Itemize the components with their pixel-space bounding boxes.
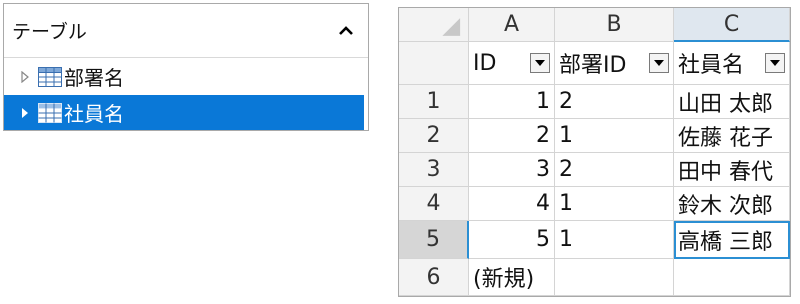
filter-dropdown-icon[interactable] [649, 53, 669, 73]
field-row-header [399, 42, 469, 85]
column-header-a[interactable]: A [469, 8, 555, 42]
cell-dept-id[interactable]: 1 [555, 187, 674, 221]
cell-employee-name[interactable]: 田中 春代 [674, 153, 790, 187]
collapse-chevron-up-icon[interactable] [336, 21, 356, 41]
cell-id[interactable]: 5 [469, 221, 555, 259]
data-grid: A B C ID 部署ID 社員名 1 1 2 山田 太郎 2 2 1 佐藤 花… [398, 7, 791, 297]
tree-item-label: 部署名 [64, 66, 124, 90]
field-header-employee-name: 社員名 [674, 42, 790, 85]
select-all-corner[interactable] [399, 8, 469, 42]
row-header[interactable]: 6 [399, 259, 469, 296]
field-name: 部署ID [559, 53, 627, 78]
cell-dept-id[interactable]: 2 [555, 153, 674, 187]
row-header[interactable]: 2 [399, 119, 469, 153]
cell-dept-id[interactable] [555, 259, 674, 296]
cell-employee-name-selected[interactable]: 高橋 三郎 [674, 221, 790, 259]
table-icon [38, 66, 62, 87]
tree-item-label: 社員名 [64, 102, 124, 126]
field-name: ID [473, 50, 497, 76]
filter-dropdown-icon[interactable] [530, 53, 550, 73]
row-header-active[interactable]: 5 [399, 221, 469, 259]
cell-employee-name[interactable]: 佐藤 花子 [674, 119, 790, 153]
row-header[interactable]: 3 [399, 153, 469, 187]
cell-id[interactable]: 4 [469, 187, 555, 221]
field-header-dept-id: 部署ID [555, 42, 674, 85]
field-name: 社員名 [678, 53, 745, 78]
new-row-cell[interactable]: (新規) [469, 259, 555, 296]
cell-employee-name[interactable] [674, 259, 790, 296]
cell-dept-id[interactable]: 2 [555, 85, 674, 119]
field-header-id: ID [469, 42, 555, 85]
cell-id[interactable]: 1 [469, 85, 555, 119]
cell-dept-id[interactable]: 1 [555, 119, 674, 153]
tree-header-title: テーブル [12, 21, 87, 43]
table-icon [38, 102, 62, 123]
expand-arrow-icon[interactable] [14, 70, 36, 83]
cell-id[interactable]: 2 [469, 119, 555, 153]
filter-dropdown-icon[interactable] [765, 53, 785, 73]
cell-employee-name[interactable]: 山田 太郎 [674, 85, 790, 119]
cell-employee-name[interactable]: 鈴木 次郎 [674, 187, 790, 221]
tree-item-dept[interactable]: 部署名 [4, 59, 364, 94]
column-header-b[interactable]: B [555, 8, 674, 42]
column-header-c[interactable]: C [674, 8, 790, 42]
cell-id[interactable]: 3 [469, 153, 555, 187]
expand-arrow-icon[interactable] [14, 107, 36, 119]
tree-item-employee[interactable]: 社員名 [4, 95, 364, 130]
cell-dept-id[interactable]: 1 [555, 221, 674, 259]
row-header[interactable]: 4 [399, 187, 469, 221]
row-header[interactable]: 1 [399, 85, 469, 119]
tree-header: テーブル [4, 4, 368, 58]
table-tree-panel: テーブル 部署名 社員名 [3, 3, 369, 131]
